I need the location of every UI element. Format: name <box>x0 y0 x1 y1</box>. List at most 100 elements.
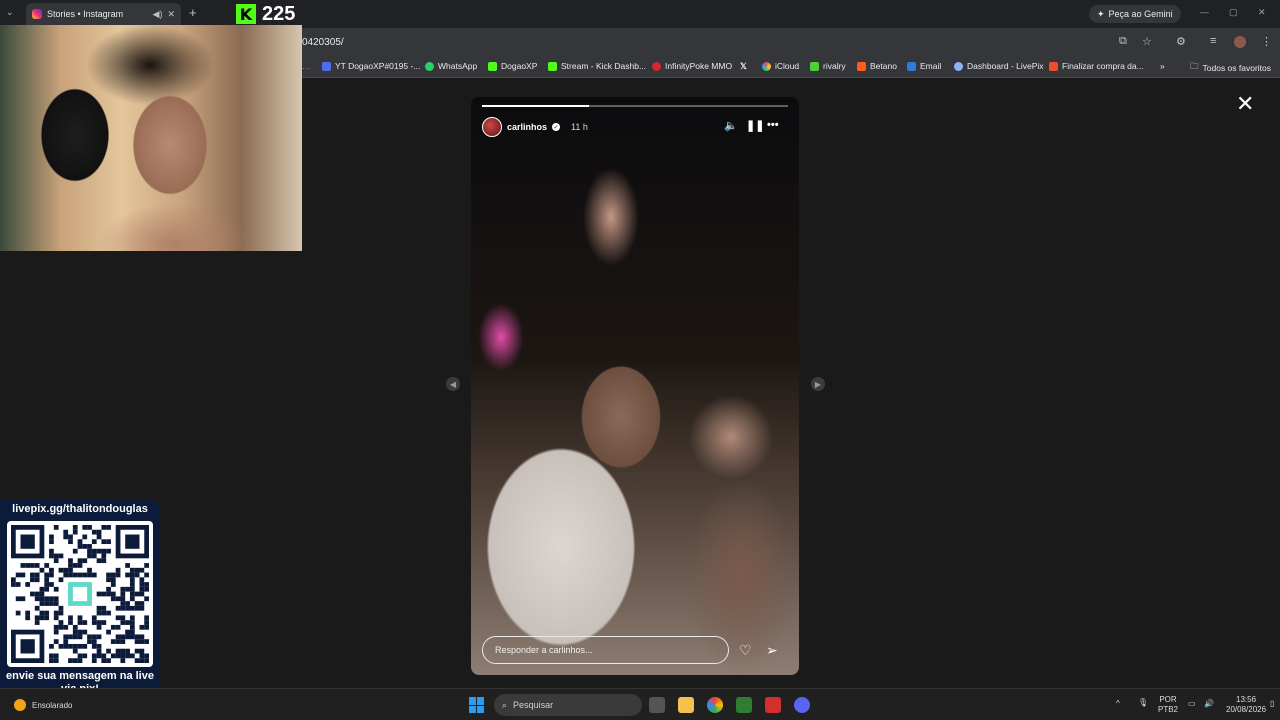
task-view-icon[interactable] <box>649 697 665 713</box>
tab-close-icon[interactable]: ✕ <box>167 9 175 20</box>
maximize-button[interactable]: ▢ <box>1229 7 1238 18</box>
next-story-button[interactable]: ▶ <box>811 377 825 391</box>
qr-module <box>53 639 59 644</box>
qr-module <box>134 572 140 578</box>
chrome-icon[interactable] <box>707 697 723 713</box>
ask-gemini-button[interactable]: ✦ Peça ao Gemini <box>1089 5 1181 23</box>
qr-module <box>106 586 111 592</box>
qr-module <box>144 596 149 602</box>
pause-icon[interactable]: ❚❚ <box>746 119 764 132</box>
bookmark-label: Dashboard - LivePix <box>967 61 1044 71</box>
bookmark-kick-dashboard[interactable]: Stream - Kick Dashb... <box>548 61 646 71</box>
qr-module <box>106 539 111 545</box>
volume-icon[interactable]: 🔈 <box>724 119 738 132</box>
bookmark-betano[interactable]: Betano <box>857 61 897 71</box>
qr-module <box>129 596 135 602</box>
bookmark-whatsapp[interactable]: WhatsApp <box>425 61 477 71</box>
install-app-icon[interactable]: ⧉ <box>1119 35 1127 48</box>
qr-module <box>72 643 78 649</box>
bookmarks-overflow-left-icon[interactable]: … <box>302 61 311 71</box>
extensions-icon[interactable]: ⚙ <box>1176 35 1186 48</box>
qr-module <box>15 582 21 587</box>
qr-module <box>53 610 59 616</box>
bookmark-email[interactable]: Email <box>907 61 941 71</box>
previous-story-button[interactable]: ◀ <box>446 377 460 391</box>
qr-module <box>68 643 73 649</box>
minimize-button[interactable]: — <box>1200 7 1209 17</box>
weather-widget[interactable]: Ensolarado <box>14 699 72 711</box>
tab-search-icon[interactable]: ⌄ <box>6 7 14 18</box>
app-red-icon[interactable] <box>765 697 781 713</box>
qr-module <box>96 548 102 554</box>
story-reply-input[interactable]: Responder a carlinhos... <box>482 636 729 664</box>
bookmark-label: InfinityPoke MMO <box>665 61 733 71</box>
qr-module <box>77 563 83 568</box>
taskbar-search-box[interactable]: ⌕ Pesquisar <box>494 694 642 716</box>
tab-audio-icon[interactable]: ◀) <box>153 9 163 20</box>
qr-module <box>120 653 126 659</box>
qr-module <box>91 539 97 545</box>
qr-module <box>53 553 59 559</box>
qr-module <box>101 548 107 554</box>
qr-module <box>82 525 88 530</box>
discord-icon[interactable] <box>794 697 810 713</box>
bookmark-yt-dogaoxp[interactable]: YT DogaoXP#0195 -... <box>322 61 420 71</box>
notifications-icon[interactable]: ▯ <box>1270 699 1274 709</box>
qr-module <box>129 591 135 597</box>
clock[interactable]: 13:56 20/08/2026 <box>1226 695 1266 715</box>
tab-instagram-stories[interactable]: Stories • Instagram ◀) ✕ <box>26 3 181 25</box>
browser-menu-icon[interactable]: ⋮ <box>1261 35 1272 48</box>
story-progress-fill <box>482 105 590 107</box>
speaker-icon[interactable]: 🔊 <box>1204 699 1214 709</box>
new-tab-button[interactable]: + <box>189 5 197 20</box>
reading-list-icon[interactable]: ≡ <box>1210 35 1216 47</box>
microphone-icon[interactable]: 🎙 <box>1138 698 1148 708</box>
qr-module <box>101 610 107 616</box>
qr-module <box>39 567 45 573</box>
bookmark-rivalry[interactable]: rivalry <box>810 61 846 71</box>
bookmark-star-icon[interactable]: ☆ <box>1142 35 1152 48</box>
network-icon[interactable]: ▭ <box>1188 699 1196 709</box>
qr-module <box>44 582 50 587</box>
bookmarks-overflow-icon[interactable]: » <box>1160 61 1165 71</box>
qr-module <box>49 658 54 663</box>
bookmark-icloud[interactable]: iCloud <box>762 61 799 71</box>
story-media[interactable]: carlinhos ✓ 11 h 🔈 ❚❚ ••• Responder a ca… <box>471 97 799 675</box>
story-username[interactable]: carlinhos <box>507 122 547 132</box>
story-user-avatar[interactable] <box>482 117 502 137</box>
more-options-icon[interactable]: ••• <box>767 119 779 131</box>
qr-module <box>53 601 59 606</box>
qr-module <box>91 553 97 559</box>
qr-module <box>125 634 130 640</box>
file-explorer-icon[interactable] <box>678 697 694 713</box>
tray-overflow-icon[interactable]: ^ <box>1116 699 1120 709</box>
qr-module <box>20 596 26 602</box>
send-share-icon[interactable]: ➢ <box>766 642 778 659</box>
qr-module <box>34 572 40 578</box>
all-favorites-folder[interactable]: 🗀 Todos os favoritos <box>1190 61 1271 75</box>
qr-module <box>87 553 92 559</box>
profile-avatar-icon[interactable] <box>1234 36 1246 48</box>
qr-module <box>106 548 111 554</box>
bookmark-dogaoxp[interactable]: DogaoXP <box>488 61 537 71</box>
livepix-icon <box>954 61 963 71</box>
qr-module <box>34 596 40 602</box>
qr-module <box>68 620 73 625</box>
qr-module <box>34 615 40 621</box>
close-story-viewer-button[interactable]: ✕ <box>1236 93 1254 115</box>
url-text[interactable]: 0420305/ <box>302 37 344 48</box>
qr-module <box>106 591 111 597</box>
window-close-button[interactable]: ✕ <box>1258 7 1266 18</box>
qr-module <box>125 563 130 568</box>
app-green-icon[interactable] <box>736 697 752 713</box>
bookmark-infinitypoke[interactable]: InfinityPoke MMO <box>652 61 732 71</box>
qr-module <box>72 572 78 578</box>
qr-module <box>82 620 88 625</box>
bookmark-livepix[interactable]: Dashboard - LivePix <box>954 61 1044 71</box>
input-language[interactable]: POR PTB2 <box>1158 695 1178 715</box>
bookmark-shopee[interactable]: Finalizar compra da... <box>1049 61 1144 71</box>
bookmark-x[interactable]: 𝕏 <box>740 61 747 72</box>
windows-start-icon[interactable] <box>469 697 485 713</box>
qr-module <box>129 572 135 578</box>
like-heart-icon[interactable]: ♡ <box>739 642 752 659</box>
